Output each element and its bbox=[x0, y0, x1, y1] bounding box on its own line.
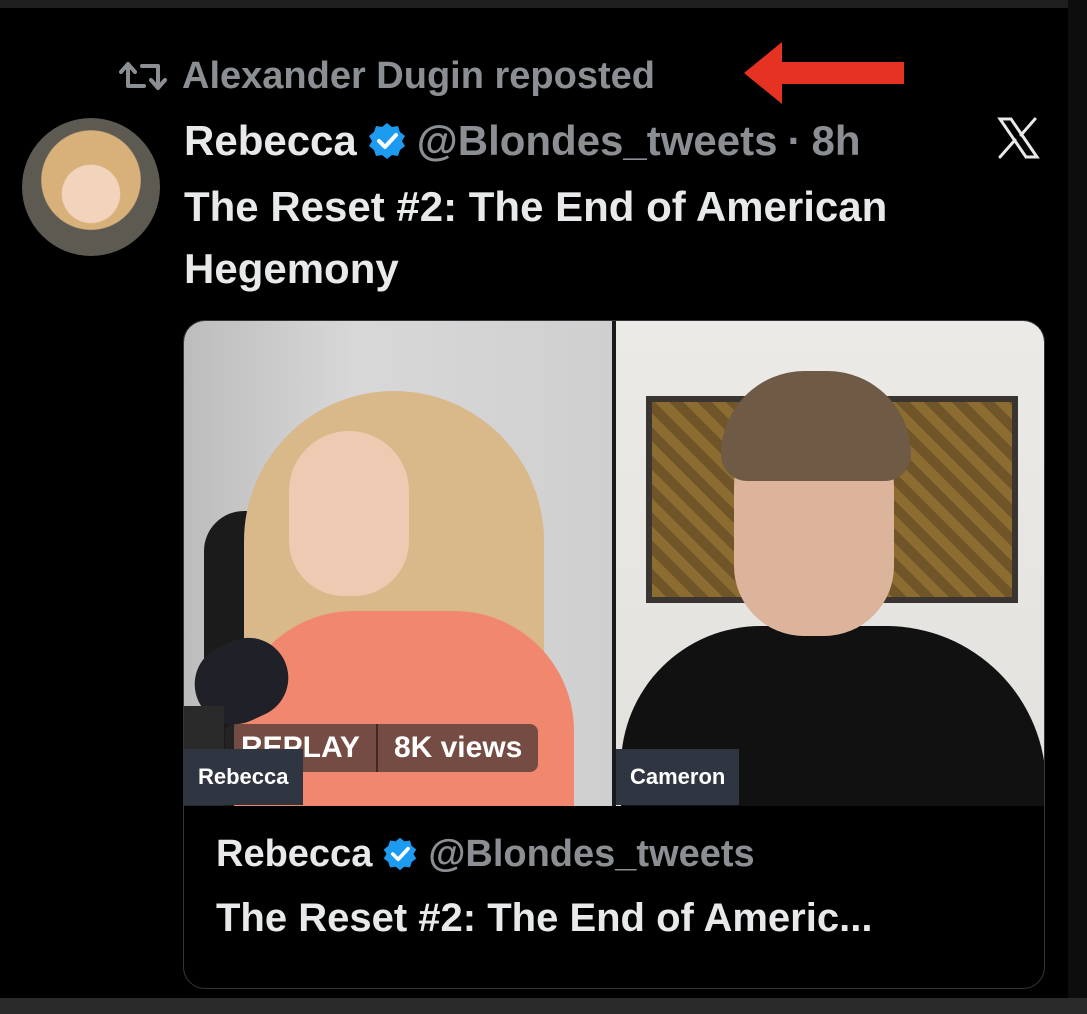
card-author-name: Rebecca bbox=[216, 832, 373, 875]
tweet-text-line-1: The Reset #2: The End of American bbox=[184, 183, 888, 230]
space-card[interactable]: REPLAY 8K views Rebecca Cameron Rebecca … bbox=[183, 320, 1045, 989]
tweet-text-line-2: Hegemony bbox=[184, 245, 399, 292]
card-title: The Reset #2: The End of Americ... bbox=[216, 896, 873, 940]
avatar[interactable] bbox=[22, 118, 160, 256]
repost-context[interactable]: Alexander Dugin reposted bbox=[118, 52, 655, 100]
screenshot-frame: Alexander Dugin reposted Rebecca @Blonde… bbox=[0, 0, 1068, 998]
tweet-time[interactable]: 8h bbox=[812, 117, 861, 165]
card-footer[interactable]: Rebecca @Blondes_tweets The Reset #2: Th… bbox=[184, 806, 1044, 988]
x-logo-icon bbox=[997, 117, 1040, 159]
participant-tag-right: Cameron bbox=[616, 749, 740, 805]
author-handle[interactable]: @Blondes_tweets bbox=[417, 117, 778, 165]
verified-icon bbox=[384, 837, 417, 871]
repost-icon bbox=[119, 62, 167, 90]
video-pane-right bbox=[616, 321, 1044, 806]
view-count: 8K views bbox=[393, 731, 523, 764]
scrollbar[interactable] bbox=[1068, 0, 1087, 998]
tweet-header: Rebecca @Blondes_tweets · 8h bbox=[184, 112, 861, 170]
verified-icon bbox=[368, 123, 405, 159]
card-author-handle: @Blondes_tweets bbox=[428, 832, 755, 875]
author-name[interactable]: Rebecca bbox=[184, 117, 357, 165]
card-header: Rebecca @Blondes_tweets bbox=[216, 828, 755, 880]
red-arrow-annotation bbox=[744, 42, 904, 104]
face bbox=[289, 431, 409, 596]
tweet-text: The Reset #2: The End of American Hegemo… bbox=[184, 176, 1024, 300]
hair bbox=[721, 371, 911, 481]
participant-tag-left: Rebecca bbox=[184, 749, 303, 805]
repost-label: Alexander Dugin reposted bbox=[182, 54, 655, 97]
space-media[interactable]: REPLAY 8K views Rebecca Cameron bbox=[184, 321, 1044, 806]
time-separator: · bbox=[787, 117, 802, 164]
